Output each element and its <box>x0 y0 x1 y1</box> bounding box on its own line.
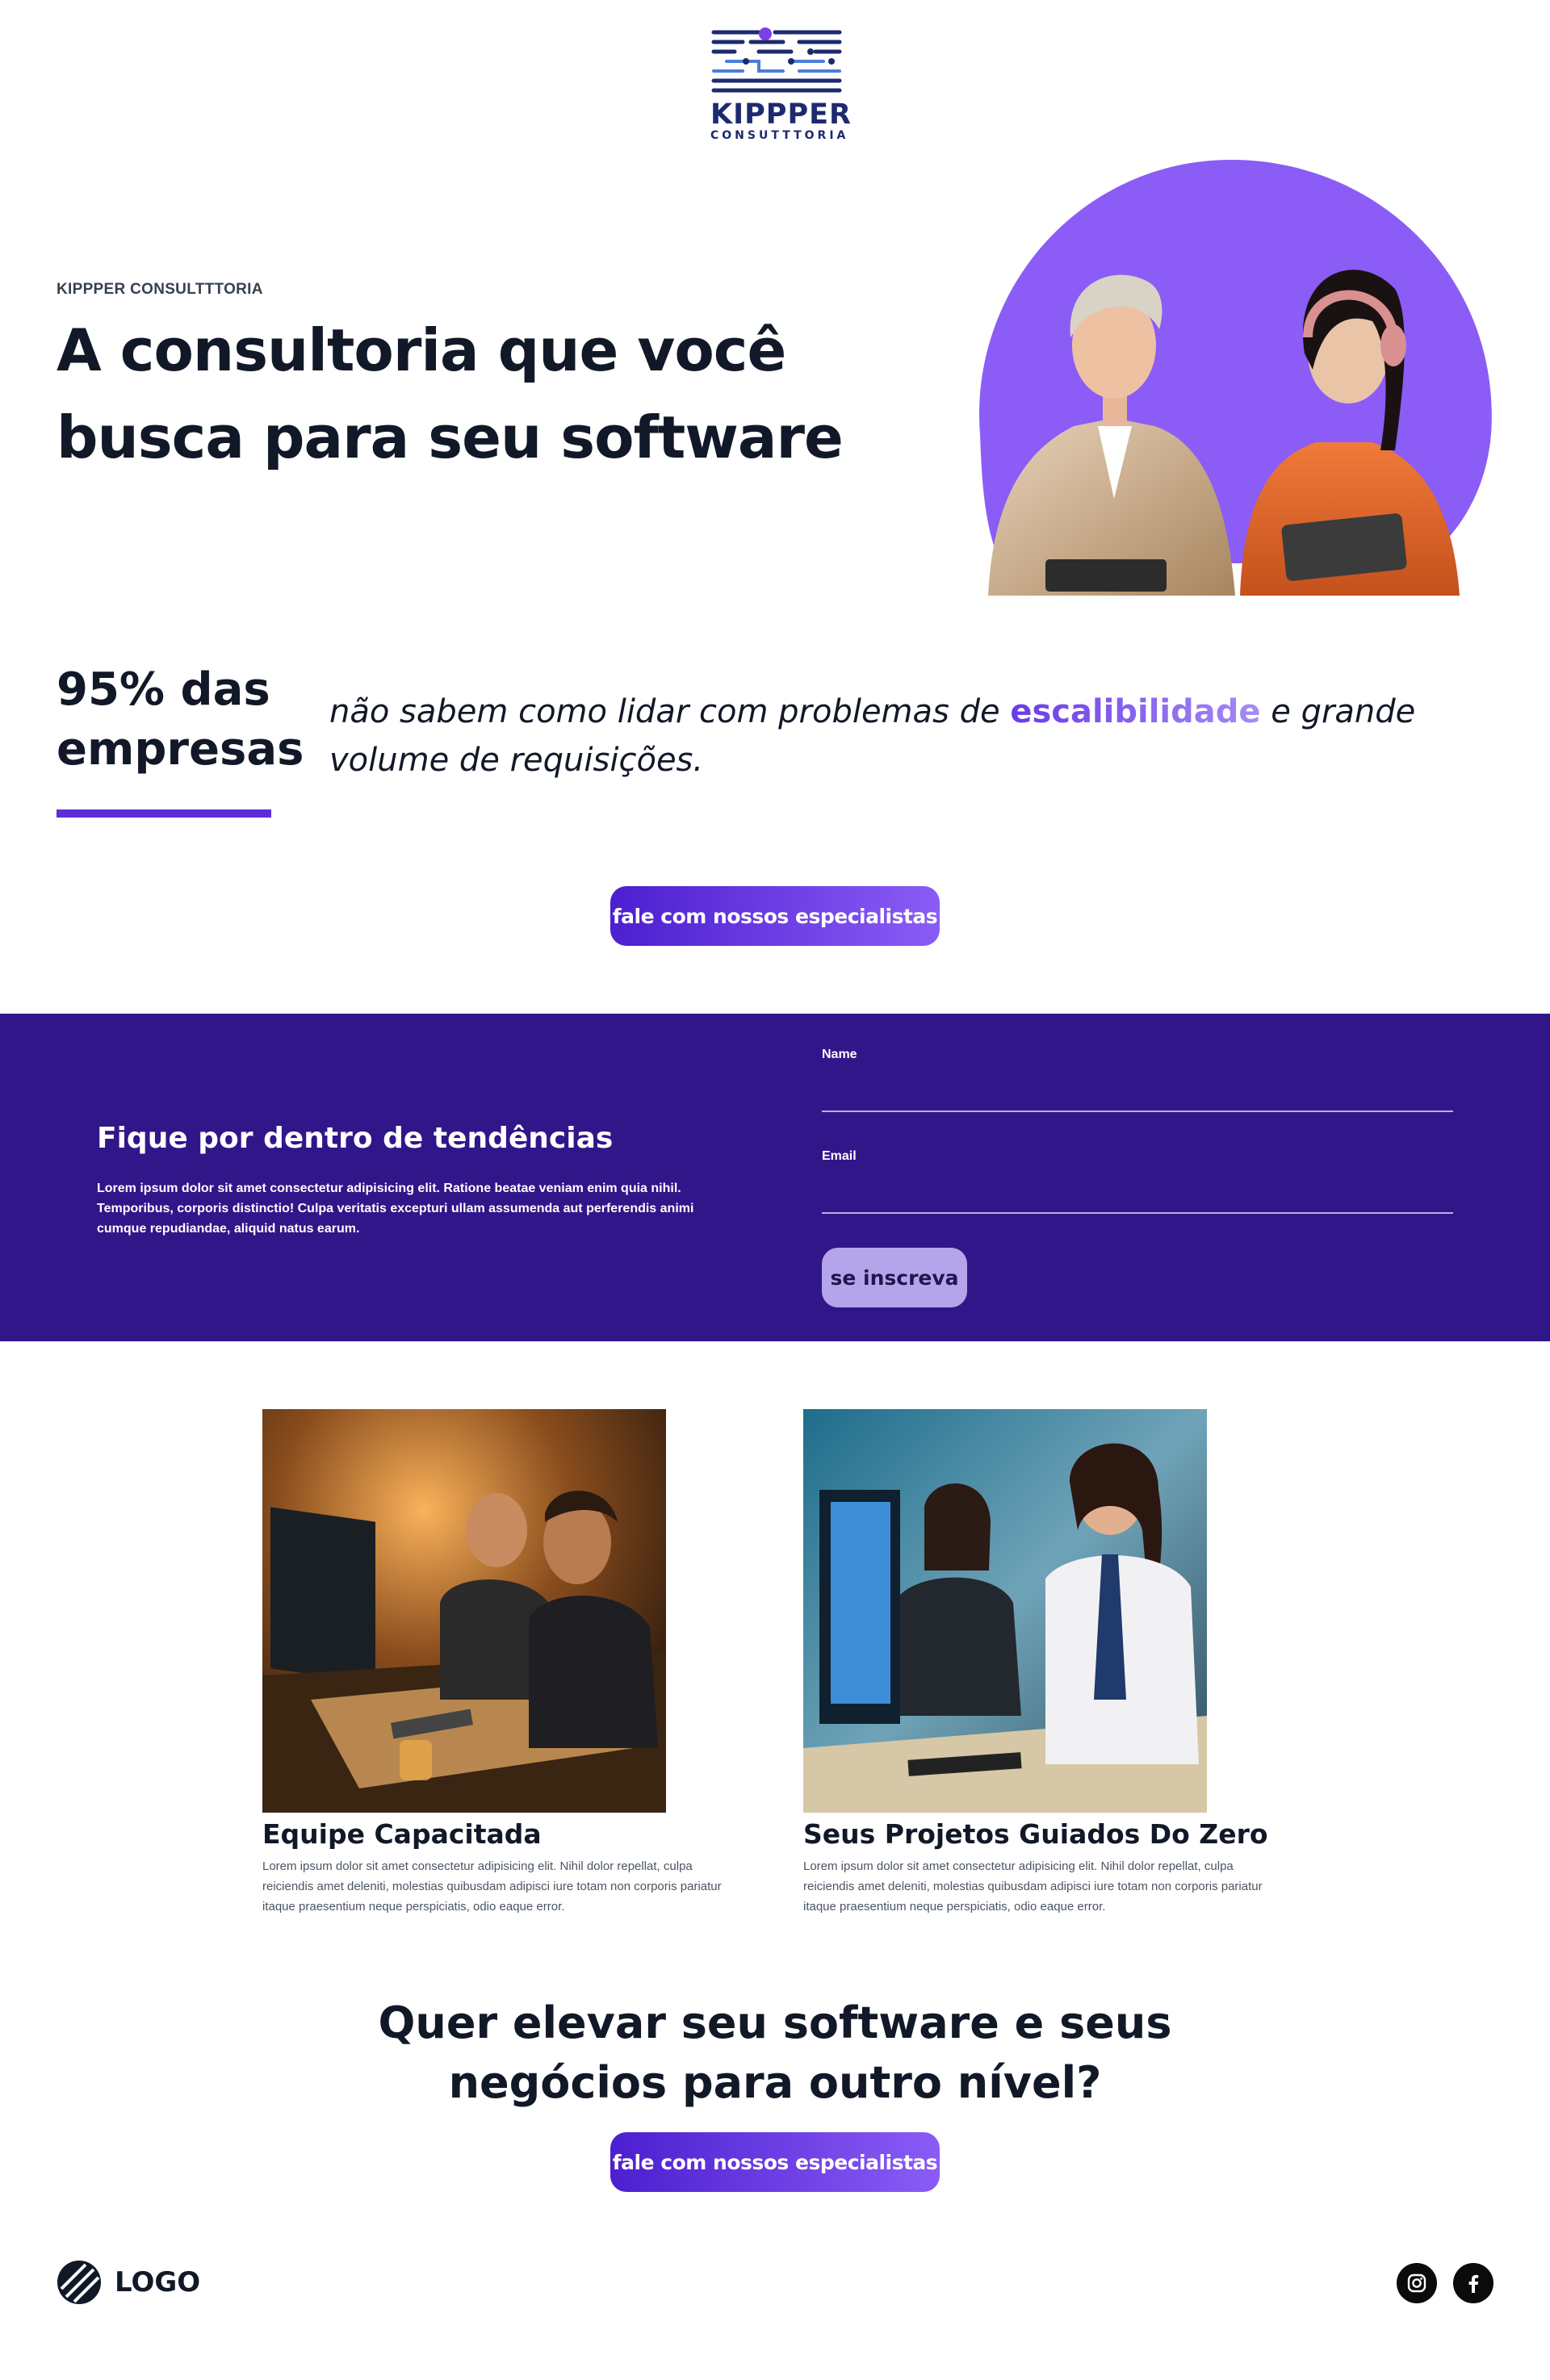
newsletter-section: Fique por dentro de tendências Lorem ips… <box>0 1014 1550 1341</box>
email-field[interactable] <box>822 1182 1453 1214</box>
name-field[interactable] <box>822 1080 1453 1112</box>
feature-description: Lorem ipsum dolor sit amet consectetur a… <box>803 1859 1263 1914</box>
bottom-cta-title: Quer elevar seu software e seus negócios… <box>378 1997 1172 2108</box>
name-label: Name <box>822 1048 857 1061</box>
feature-title: Seus Projetos Guiados Do Zero <box>803 1818 1268 1850</box>
contact-specialists-button[interactable]: fale com nossos especialistas <box>610 886 940 946</box>
feature-title: Equipe Capacitada <box>262 1818 542 1850</box>
team-photo <box>262 1409 666 1813</box>
stat-number: 95% das empresas <box>57 663 304 776</box>
stat-underline <box>57 809 271 818</box>
logo-subtitle: CONSUTTTORIA <box>710 129 849 142</box>
hero-title: A consultoria que você busca para seu so… <box>57 316 844 471</box>
email-label: Email <box>822 1149 857 1163</box>
feature-card: Equipe Capacitada Lorem ipsum dolor sit … <box>262 1409 747 1917</box>
hero-illustration <box>953 160 1493 596</box>
logo-mark-icon <box>57 2261 101 2304</box>
feature-description: Lorem ipsum dolor sit amet consectetur a… <box>262 1859 722 1914</box>
newsletter-title: Fique por dentro de tendências <box>97 1122 614 1155</box>
footer-logo-text: LOGO <box>115 2266 201 2298</box>
circuit-logo-icon <box>711 27 842 93</box>
contact-specialists-button[interactable]: fale com nossos especialistas <box>610 2132 940 2192</box>
newsletter-description: Lorem ipsum dolor sit amet consectetur a… <box>97 1182 694 1236</box>
subscribe-button[interactable]: se inscreva <box>822 1248 967 1307</box>
stat-description: não sabem como lidar com problemas de es… <box>329 688 1460 784</box>
brand-logo[interactable]: KIPPPER CONSUTTTORIA <box>710 27 852 145</box>
stat-text-before: não sabem como lidar com problemas de <box>329 693 1011 730</box>
instagram-icon[interactable] <box>1397 2263 1437 2303</box>
facebook-icon[interactable] <box>1453 2263 1493 2303</box>
hero-eyebrow: KIPPPER CONSULTTTORIA <box>57 281 263 298</box>
feature-card: Seus Projetos Guiados Do Zero Lorem ipsu… <box>803 1409 1288 1917</box>
logo-name: KIPPPER <box>710 98 852 131</box>
footer-logo[interactable]: LOGO <box>57 2260 200 2305</box>
stat-text-accent: escalibilidade <box>1010 693 1261 730</box>
office-photo <box>803 1409 1207 1813</box>
